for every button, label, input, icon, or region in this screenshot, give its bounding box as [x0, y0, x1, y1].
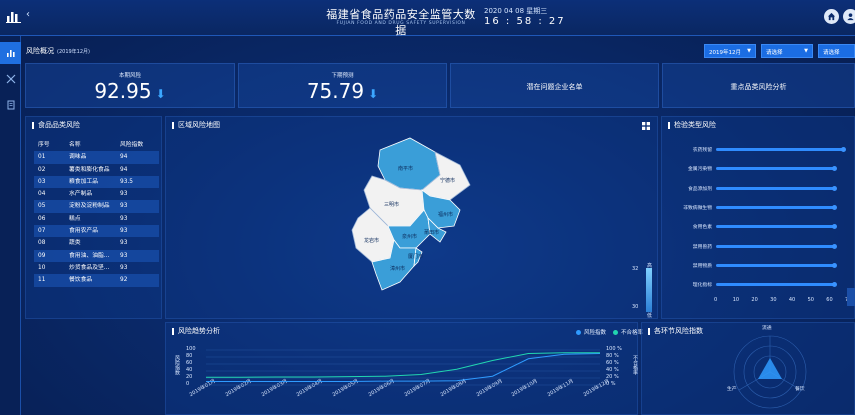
radar-label-catering: 餐饮: [795, 387, 805, 392]
radar-chart: [733, 335, 807, 409]
radar-area: [758, 358, 782, 379]
series-line-fail-rate: [206, 352, 600, 378]
radar-label-production: 生产: [727, 387, 737, 392]
radar-label-circulation: 流通: [762, 326, 772, 331]
panel-title: 各环节风险指数: [648, 328, 703, 335]
